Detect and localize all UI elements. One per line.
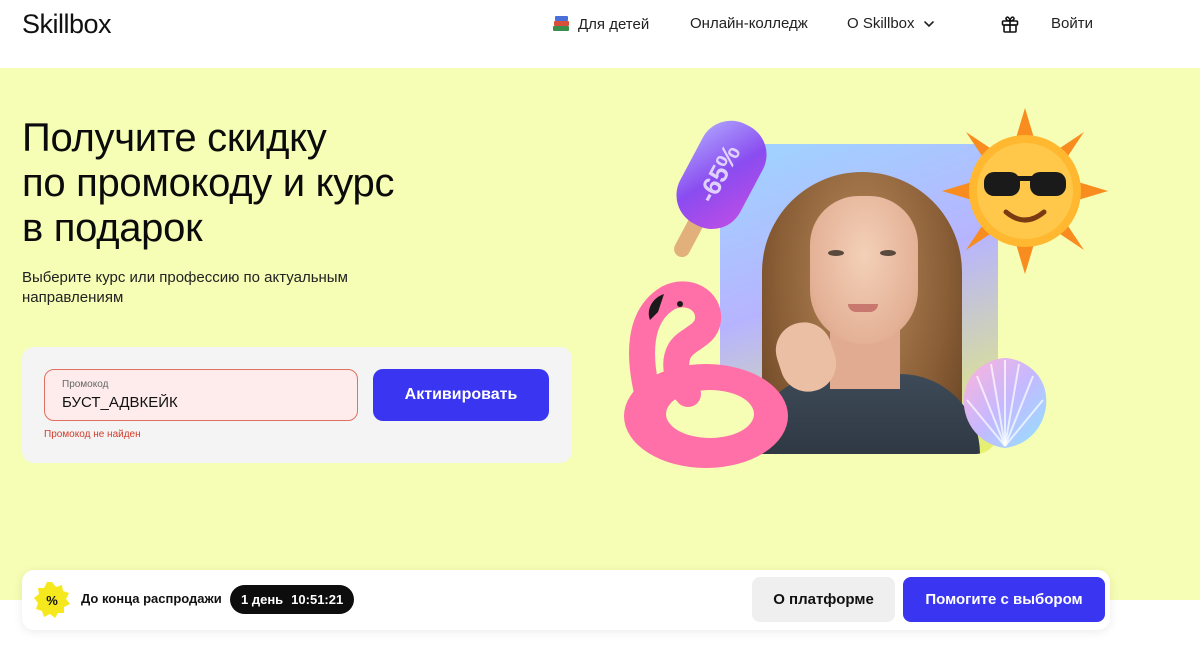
- gift-icon[interactable]: [1000, 14, 1020, 34]
- popsicle-illustration: -65%: [674, 120, 767, 258]
- promo-code-label: Промокод: [62, 379, 109, 390]
- seashell-illustration: [963, 358, 1047, 448]
- svg-text:%: %: [46, 593, 58, 608]
- nav-about-dropdown[interactable]: О Skillbox: [847, 15, 935, 32]
- about-platform-button[interactable]: О платформе: [752, 577, 895, 622]
- hero-subtitle-line: Выберите курс или профессию по актуальны…: [22, 269, 348, 286]
- flamingo-float-illustration: [624, 281, 788, 468]
- nav-kids-link[interactable]: Для детей: [552, 15, 649, 33]
- chevron-down-icon: [923, 20, 934, 27]
- login-label: Войти: [1051, 15, 1093, 32]
- hero-title-line: по промокоду и курс: [22, 161, 395, 205]
- percent-icon: %: [34, 582, 70, 618]
- nav-kids-label: Для детей: [578, 15, 650, 33]
- photo-eye: [828, 250, 844, 256]
- login-link[interactable]: Войти: [1051, 15, 1093, 32]
- hero-section: Получите скидку по промокоду и курс в по…: [0, 68, 1200, 600]
- sale-countdown-timer: 1 день 10:51:21: [230, 585, 355, 614]
- site-header: Skillbox Для детей Онлайн-колледж О Skil…: [0, 0, 1200, 68]
- sale-bottom-bar: % До конца распродажи 1 день 10:51:21 О …: [22, 570, 1110, 630]
- sale-countdown-label: До конца распродажи: [81, 591, 222, 606]
- hero-title: Получите скидку по промокоду и курс в по…: [22, 116, 542, 251]
- timer-time: 10:51:21: [291, 592, 344, 607]
- promo-code-input[interactable]: [62, 394, 342, 411]
- timer-days: 1 день: [241, 592, 284, 607]
- sun-illustration: [942, 108, 1108, 274]
- nav-college-label: Онлайн-колледж: [690, 15, 808, 32]
- nav-college-link[interactable]: Онлайн-колледж: [690, 15, 808, 32]
- hero-title-line: Получите скидку: [22, 116, 327, 160]
- hero-title-line: в подарок: [22, 206, 203, 250]
- hero-subtitle-line: направлениям: [22, 289, 124, 306]
- hero-subtitle: Выберите курс или профессию по актуальны…: [22, 268, 402, 308]
- photo-face: [810, 196, 918, 344]
- photo-lips: [848, 304, 878, 312]
- activate-button[interactable]: Активировать: [373, 369, 549, 421]
- nav-about-label: О Skillbox: [847, 15, 915, 32]
- books-icon: [553, 16, 569, 31]
- help-choose-button[interactable]: Помогите с выбором: [903, 577, 1105, 622]
- promo-card: Промокод Промокод не найден Активировать: [22, 347, 572, 463]
- photo-eye: [880, 250, 896, 256]
- promo-error-message: Промокод не найден: [44, 429, 141, 440]
- promo-code-field[interactable]: Промокод: [44, 369, 358, 421]
- skillbox-logo[interactable]: Skillbox: [22, 9, 112, 40]
